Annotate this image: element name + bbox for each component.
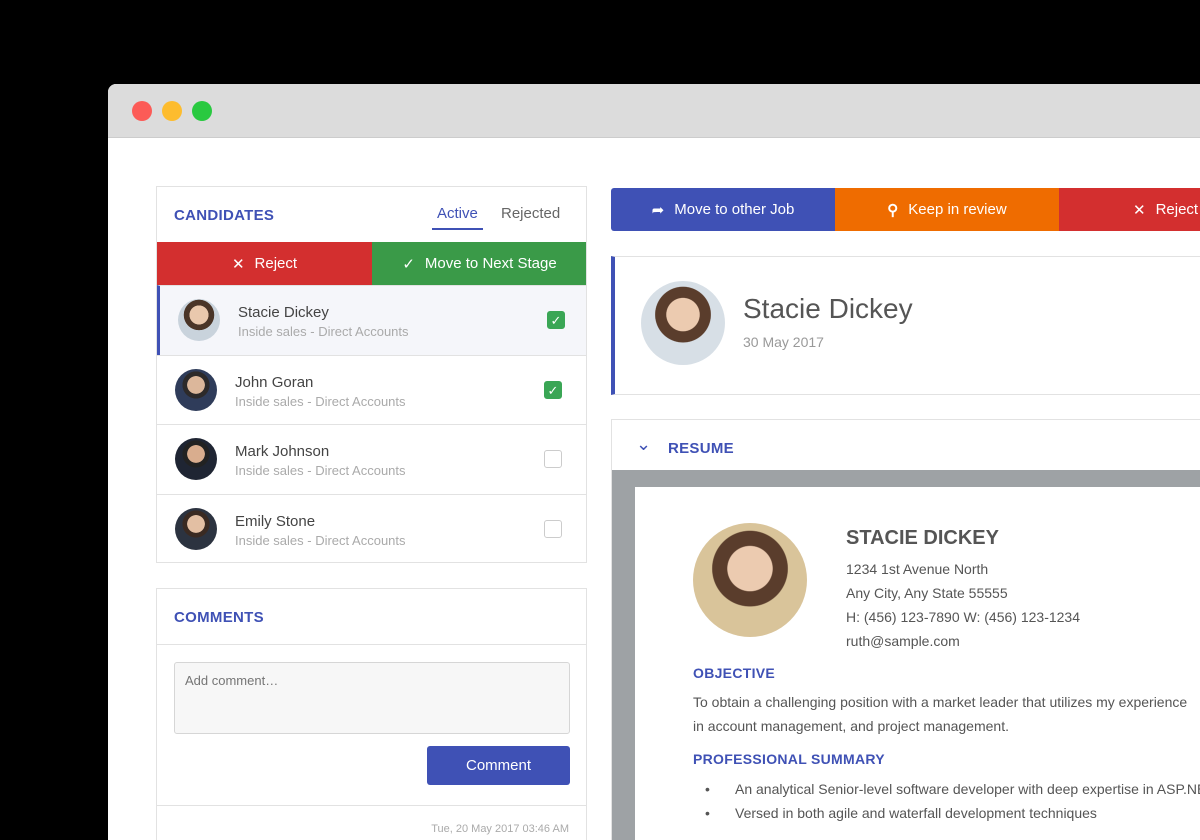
maximize-window-button[interactable]: [192, 101, 212, 121]
comments-card: COMMENTS Comment Tue, 20 May 2017 03:46 …: [156, 588, 587, 840]
divider: [157, 805, 586, 806]
summary-item: • Versed in both agile and waterfall deve…: [705, 805, 1097, 821]
candidate-checkbox[interactable]: ✓: [547, 311, 565, 329]
chevron-down-icon[interactable]: ⌄: [636, 434, 651, 455]
comments-title: COMMENTS: [174, 609, 264, 626]
candidates-title: CANDIDATES: [174, 207, 275, 224]
candidate-checkbox[interactable]: [544, 450, 562, 468]
reject-button[interactable]: ✕ Reject: [157, 242, 372, 285]
resume-name: STACIE DICKEY: [846, 527, 999, 549]
next-stage-label: Move to Next Stage: [424, 255, 557, 272]
profile-date: 30 May 2017: [743, 334, 824, 350]
objective-text: To obtain a challenging position with a …: [693, 694, 1188, 734]
close-window-button[interactable]: [132, 101, 152, 121]
resume-phone: H: (456) 123-7890 W: (456) 123-1234: [846, 609, 1080, 625]
candidate-checkbox[interactable]: [544, 520, 562, 538]
resume-photo: [693, 523, 807, 637]
title-bar: [108, 84, 1200, 138]
tab-rejected[interactable]: Rejected: [501, 205, 560, 222]
summary-list: • An analytical Senior-level software dev…: [705, 777, 1200, 825]
avatar: [178, 299, 220, 341]
reject-label: Reject: [1155, 201, 1199, 218]
profile-name: Stacie Dickey: [743, 293, 913, 324]
resume-address2: Any City, Any State 55555: [846, 585, 1008, 601]
candidate-name: Stacie Dickey: [238, 304, 329, 321]
keep-in-review-button[interactable]: ⚲ Keep in review: [835, 188, 1059, 231]
x-icon: ✕: [231, 255, 245, 273]
next-stage-button[interactable]: ✓ Move to Next Stage: [372, 242, 586, 285]
avatar: [175, 508, 217, 550]
summary-item-text: An analytical Senior-level software deve…: [735, 781, 1200, 797]
profile-card: Stacie Dickey 30 May 2017: [611, 256, 1200, 395]
resume-viewer: STACIE DICKEY 1234 1st Avenue North Any …: [612, 470, 1200, 840]
objective-title: OBJECTIVE: [693, 665, 776, 681]
search-icon: ⚲: [887, 201, 899, 219]
avatar: [175, 369, 217, 411]
minimize-window-button[interactable]: [162, 101, 182, 121]
candidates-card: CANDIDATES Active Rejected ✕ Reject ✓ Move…: [156, 186, 587, 563]
profile-avatar: [641, 281, 725, 365]
candidate-role: Inside sales - Direct Accounts: [235, 463, 406, 478]
app-window: CANDIDATES Active Rejected ✕ Reject ✓ Move…: [108, 84, 1200, 840]
move-to-other-job-button[interactable]: ➦ Move to other Job: [611, 188, 835, 231]
comment-button[interactable]: Comment: [427, 746, 570, 785]
avatar: [175, 438, 217, 480]
candidate-role: Inside sales - Direct Accounts: [238, 324, 409, 339]
summary-item: • An analytical Senior-level software dev…: [705, 777, 1200, 801]
resume-address1: 1234 1st Avenue North: [846, 561, 989, 577]
candidate-name: Emily Stone: [235, 513, 316, 530]
candidate-name: John Goran: [235, 374, 314, 391]
candidate-row[interactable]: John Goran Inside sales - Direct Account…: [157, 355, 586, 425]
resume-email: ruth@sample.com: [846, 633, 960, 649]
candidate-row[interactable]: Stacie Dickey Inside sales - Direct Acco…: [157, 285, 586, 355]
divider: [157, 644, 586, 645]
candidate-name: Mark Johnson: [235, 443, 330, 460]
resume-title[interactable]: RESUME: [668, 440, 734, 457]
x-icon: ✕: [1133, 201, 1146, 219]
summary-title: PROFESSIONAL SUMMARY: [693, 751, 885, 767]
resume-card: ⌄ RESUME STACIE DICKEY 1234 1st Avenue N…: [611, 419, 1200, 840]
candidate-role: Inside sales - Direct Accounts: [235, 394, 406, 409]
comment-timestamp: Tue, 20 May 2017 03:46 AM: [431, 823, 569, 835]
move-label: Move to other Job: [674, 201, 795, 218]
resume-page: STACIE DICKEY 1234 1st Avenue North Any …: [635, 487, 1200, 840]
summary-item-text: Versed in both agile and waterfall devel…: [735, 805, 1097, 821]
share-arrow-icon: ➦: [651, 201, 665, 219]
candidate-role: Inside sales - Direct Accounts: [235, 533, 406, 548]
reject-label: Reject: [254, 255, 298, 272]
check-icon: ✓: [402, 255, 415, 273]
candidate-checkbox[interactable]: ✓: [544, 381, 562, 399]
reject-candidate-button[interactable]: ✕ Reject: [1059, 188, 1200, 231]
candidate-row[interactable]: Emily Stone Inside sales - Direct Accoun…: [157, 494, 586, 562]
keep-label: Keep in review: [908, 201, 1007, 218]
tab-active[interactable]: Active: [432, 205, 483, 230]
comment-input[interactable]: [174, 662, 570, 734]
candidate-row[interactable]: Mark Johnson Inside sales - Direct Accou…: [157, 424, 586, 494]
